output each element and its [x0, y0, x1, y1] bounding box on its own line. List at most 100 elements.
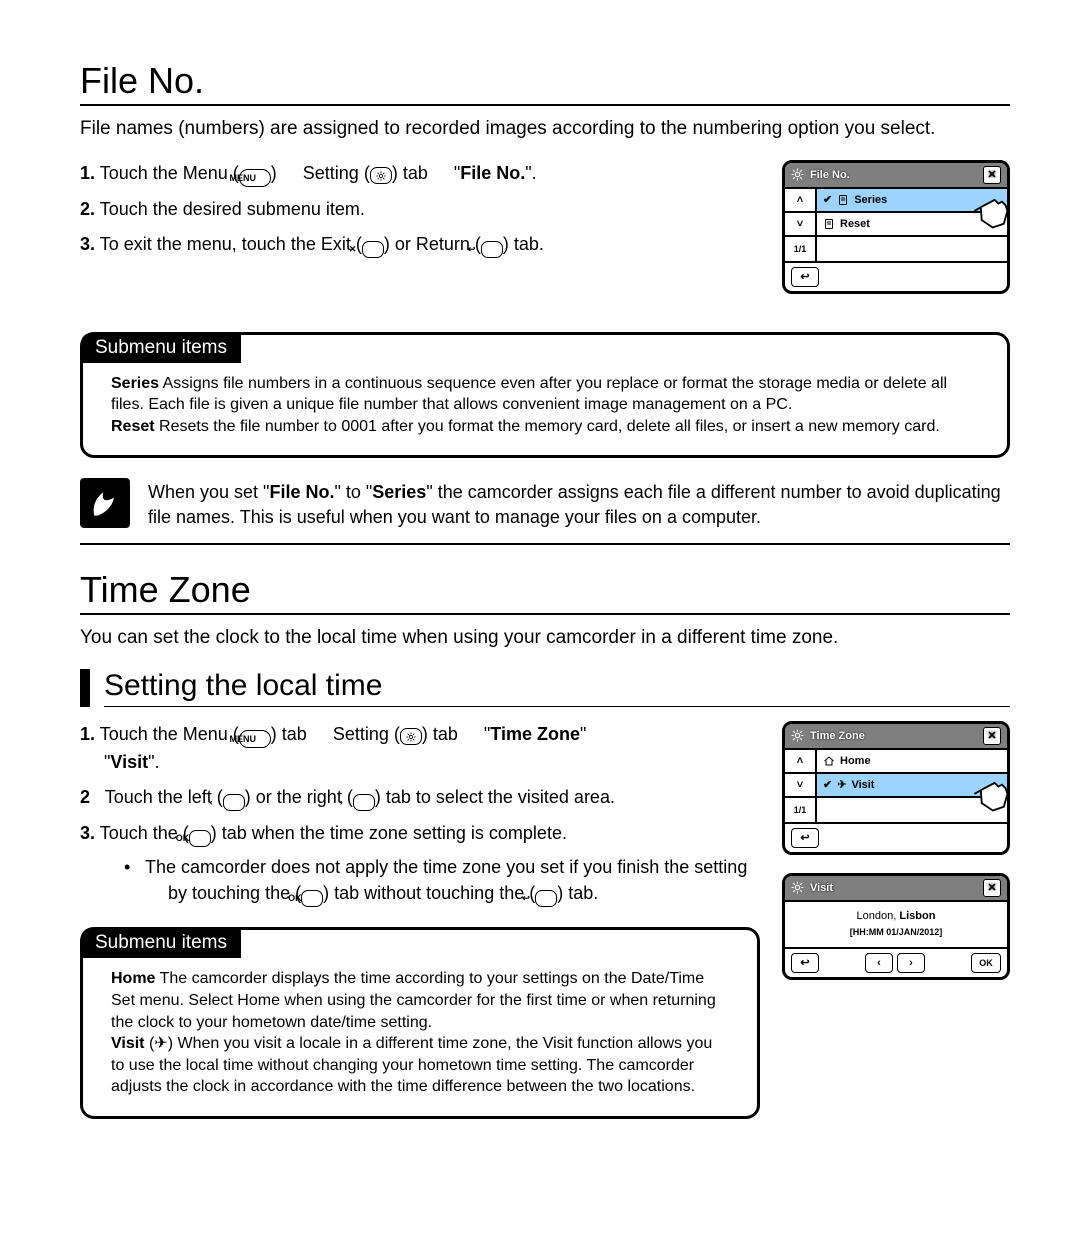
- text-bold: Time Zone: [490, 724, 580, 744]
- city-text: London,: [857, 910, 897, 922]
- gear-icon: [791, 881, 804, 894]
- close-button[interactable]: ✕: [983, 879, 1001, 897]
- lcd-item-label: Home: [840, 755, 871, 767]
- ok-icon: OK: [189, 830, 211, 847]
- date-text: [HH:MM 01/JAN/2012]: [850, 927, 943, 937]
- submenu-item-reset: Reset Resets the file number to 0001 aft…: [111, 416, 979, 438]
- text: (: [145, 1035, 155, 1052]
- gear-icon: [791, 729, 804, 742]
- step-number: 1.: [80, 163, 95, 183]
- text: ) tab.: [503, 234, 544, 254]
- file-no-step-2: 2. Touch the desired submenu item.: [80, 196, 760, 224]
- text: ".: [525, 163, 536, 183]
- text: Setting (: [303, 163, 370, 183]
- text: Touch the Menu (: [100, 163, 239, 183]
- step-number: 3.: [80, 234, 95, 254]
- text: Setting (: [333, 724, 400, 744]
- time-zone-submenu-box: Submenu items Home The camcorder display…: [80, 927, 760, 1119]
- down-button[interactable]: ˅: [785, 213, 815, 237]
- text: ) or the right (: [245, 787, 353, 807]
- text: ): [168, 1035, 178, 1052]
- down-button[interactable]: ˅: [785, 774, 815, 798]
- section-title-file-no: File No.: [80, 60, 1010, 106]
- lcd-time-zone: Time Zone ✕ ˄ ˅ 1/1 Home ✈: [782, 721, 1010, 855]
- text: ) tab to select the visited area.: [375, 787, 615, 807]
- up-button[interactable]: ˄: [785, 189, 815, 213]
- text: ".: [148, 752, 159, 772]
- file-no-submenu-box: Submenu items Series Assigns file number…: [80, 332, 1010, 459]
- gear-icon: [400, 728, 422, 745]
- text: ) tab: [422, 724, 458, 744]
- menu-icon: MENU: [239, 730, 271, 748]
- lcd-title: Visit: [810, 882, 977, 894]
- doc-icon: [823, 218, 835, 230]
- text-bold: Series: [372, 482, 426, 502]
- lcd-title: File No.: [810, 169, 977, 181]
- check-icon: [823, 193, 832, 206]
- lcd-scroll: ˄ ˅ 1/1: [785, 750, 817, 822]
- ok-button[interactable]: OK: [971, 953, 1001, 973]
- submenu-tab: Submenu items: [81, 333, 241, 363]
- step-number: 2: [80, 787, 90, 807]
- up-button[interactable]: ˄: [785, 750, 815, 774]
- time-zone-step-2: 2 Touch the left (‹) or the right (›) ta…: [80, 784, 760, 812]
- submenu-item-home: Home The camcorder displays the time acc…: [111, 968, 729, 1033]
- submenu-item-series: Series Assigns file numbers in a continu…: [111, 373, 979, 416]
- file-no-step-1: 1. Touch the Menu (MENU)Setting () tab"F…: [80, 160, 760, 188]
- text: ) tab: [392, 163, 428, 183]
- gear-icon: [370, 167, 392, 184]
- return-button[interactable]: ↩: [791, 267, 819, 287]
- text: ): [271, 163, 277, 183]
- step-number: 2.: [80, 199, 95, 219]
- return-icon: ↩: [481, 241, 503, 258]
- file-no-step-3: 3. To exit the menu, touch the Exit (✕) …: [80, 231, 760, 259]
- note-icon: [80, 478, 130, 528]
- submenu-item-name: Home: [111, 970, 155, 987]
- section-title-time-zone: Time Zone: [80, 569, 1010, 615]
- lcd-item-label: Series: [854, 194, 887, 206]
- text: ) or Return (: [384, 234, 481, 254]
- city-text-bold: Lisbon: [899, 910, 935, 922]
- right-button[interactable]: ›: [897, 953, 925, 973]
- pointing-hand-icon: [967, 770, 1010, 816]
- lcd-file-no: File No. ✕ ˄ ˅ 1/1 Series: [782, 160, 1010, 294]
- lcd-visit-content: London, Lisbon [HH:MM 01/JAN/2012]: [785, 902, 1007, 947]
- lcd-scroll: ˄ ˅ 1/1: [785, 189, 817, 261]
- step-number: 1.: [80, 724, 95, 744]
- home-icon: [823, 755, 835, 767]
- return-icon: ↩: [535, 890, 557, 907]
- subheading-bar: [80, 669, 90, 707]
- right-icon: ›: [353, 794, 375, 811]
- text-bold: File No.: [460, 163, 525, 183]
- close-button[interactable]: ✕: [983, 166, 1001, 184]
- text: ) tab when the time zone setting is comp…: [211, 823, 567, 843]
- submenu-tab: Submenu items: [81, 928, 241, 958]
- text-bold: File No.: [269, 482, 334, 502]
- close-button[interactable]: ✕: [983, 727, 1001, 745]
- page-indicator: 1/1: [785, 798, 815, 822]
- text: When you set ": [148, 482, 269, 502]
- plane-icon: ✈: [154, 1035, 167, 1052]
- lcd-visit: Visit ✕ London, Lisbon [HH:MM 01/JAN/201…: [782, 873, 1010, 980]
- left-icon: ‹: [223, 794, 245, 811]
- text-bold: Visit: [110, 752, 148, 772]
- text: Touch the desired submenu item.: [100, 199, 365, 219]
- return-button[interactable]: ↩: [791, 953, 819, 973]
- lcd-item-label: Visit: [851, 779, 874, 791]
- submenu-item-name: Visit: [111, 1035, 145, 1052]
- text: ) tab.: [557, 883, 598, 903]
- left-button[interactable]: ‹: [865, 953, 893, 973]
- doc-icon: [837, 194, 849, 206]
- return-button[interactable]: ↩: [791, 828, 819, 848]
- ok-icon: OK: [301, 890, 323, 907]
- submenu-item-name: Series: [111, 375, 159, 392]
- page-indicator: 1/1: [785, 237, 815, 261]
- text: ) tab: [271, 724, 307, 744]
- lcd-item-label: Reset: [840, 218, 870, 230]
- text: To exit the menu, touch the Exit (: [100, 234, 362, 254]
- text: Touch the left (: [105, 787, 223, 807]
- text: ) tab without touching the (: [323, 883, 535, 903]
- submenu-item-desc: Assigns file numbers in a continuous seq…: [111, 375, 947, 414]
- plane-icon: ✈: [837, 778, 846, 791]
- file-no-intro: File names (numbers) are assigned to rec…: [80, 116, 1010, 142]
